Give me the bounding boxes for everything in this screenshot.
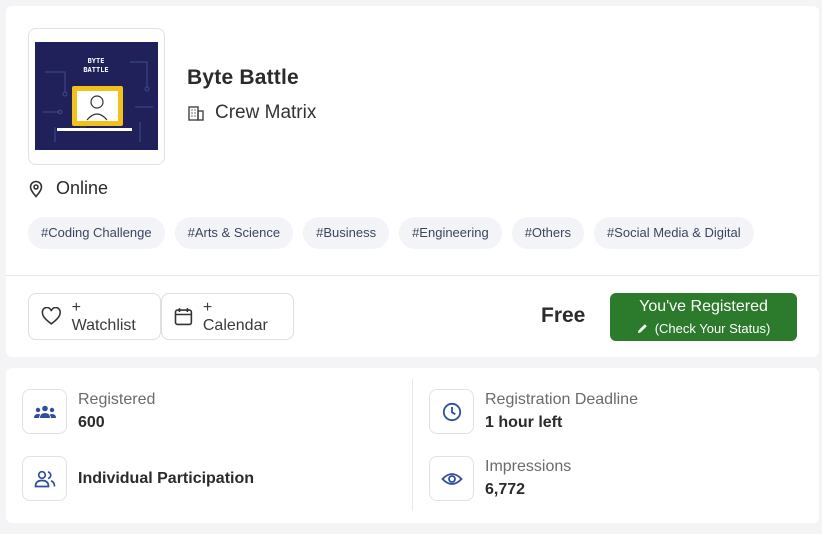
price-label: Free bbox=[541, 304, 586, 327]
deadline-label: Registration Deadline bbox=[485, 391, 638, 408]
registered-label: Registered bbox=[78, 391, 156, 408]
watchlist-label: + Watchlist bbox=[71, 298, 136, 334]
stat-impressions: Impressions 6,772 bbox=[429, 456, 571, 501]
logo-text-line1: BYTE bbox=[88, 57, 105, 65]
tag-chip[interactable]: #Engineering bbox=[399, 217, 502, 249]
registered-status-button[interactable]: You've Registered (Check Your Status) bbox=[610, 293, 797, 341]
participation-type: Individual Participation bbox=[78, 469, 255, 487]
location-pin-icon bbox=[29, 180, 43, 198]
stat-participation: Individual Participation bbox=[22, 456, 254, 501]
tag-chip[interactable]: #Coding Challenge bbox=[28, 217, 165, 249]
check-status-label: (Check Your Status) bbox=[654, 321, 771, 336]
event-logo-image: BYTE BATTLE bbox=[35, 42, 158, 150]
event-stats-card: Registered 600 Individual Participation bbox=[6, 368, 819, 523]
registered-label: You've Registered bbox=[639, 298, 768, 315]
event-logo: BYTE BATTLE bbox=[28, 28, 165, 165]
logo-text-line2: BATTLE bbox=[83, 66, 108, 74]
tag-list: #Coding Challenge #Arts & Science #Busines… bbox=[28, 217, 799, 249]
event-title: Byte Battle bbox=[187, 66, 299, 89]
tag-chip[interactable]: #Arts & Science bbox=[174, 217, 294, 249]
organizer-name: Crew Matrix bbox=[215, 102, 317, 123]
location-text: Online bbox=[56, 178, 109, 198]
impressions-count: 6,772 bbox=[485, 481, 526, 498]
heart-icon bbox=[41, 307, 61, 325]
stats-divider bbox=[412, 379, 413, 511]
event-location: Online bbox=[28, 178, 108, 199]
check-status-row: (Check Your Status) bbox=[610, 321, 797, 336]
impressions-label: Impressions bbox=[485, 458, 572, 475]
clock-icon bbox=[429, 389, 474, 434]
registered-count: 600 bbox=[78, 414, 105, 431]
building-icon bbox=[188, 106, 204, 121]
tag-chip[interactable]: #Others bbox=[511, 217, 584, 249]
group-icon bbox=[22, 389, 67, 434]
event-header-card: BYTE BATTLE Byte Battle Crew Matrix Onli… bbox=[6, 6, 819, 357]
tag-chip[interactable]: #Social Media & Digital bbox=[593, 217, 754, 249]
organizer[interactable]: Crew Matrix bbox=[187, 102, 316, 124]
eye-icon bbox=[429, 456, 474, 501]
calendar-label: + Calendar bbox=[202, 298, 268, 334]
users-icon bbox=[22, 456, 67, 501]
calendar-button[interactable]: + Calendar bbox=[161, 293, 294, 340]
watchlist-button[interactable]: + Watchlist bbox=[28, 293, 161, 340]
deadline-value: 1 hour left bbox=[485, 414, 563, 431]
pencil-icon bbox=[637, 324, 647, 333]
stat-registered: Registered 600 bbox=[22, 389, 155, 434]
stat-deadline: Registration Deadline 1 hour left bbox=[429, 389, 638, 434]
calendar-icon bbox=[174, 308, 193, 326]
section-divider bbox=[6, 275, 819, 276]
tag-chip[interactable]: #Business bbox=[303, 217, 390, 249]
